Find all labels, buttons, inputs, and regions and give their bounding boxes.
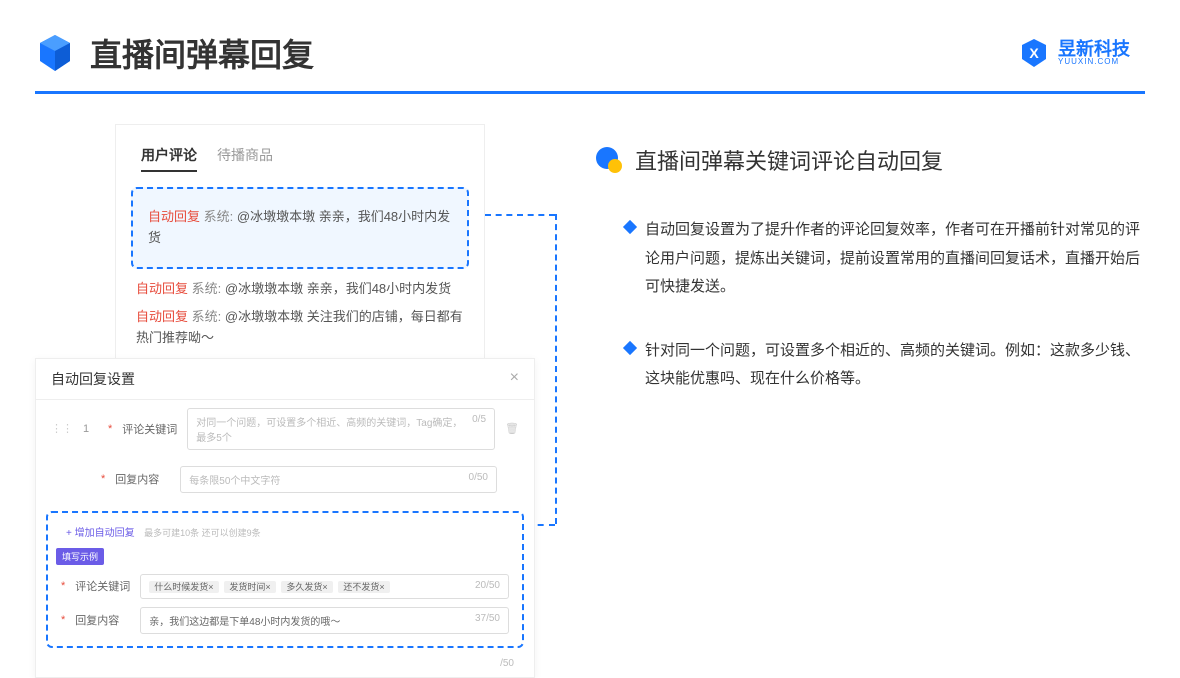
system-label: 系统:	[204, 209, 234, 224]
keyword-row: ⋮⋮ 1 * 评论关键词 对同一个问题，可设置多个相近、高频的关键词，Tag确定…	[36, 400, 534, 458]
required-mark: *	[108, 423, 112, 435]
bullet-text: 针对同一个问题，可设置多个相近的、高频的关键词。例如：这款多少钱、这块能优惠吗、…	[645, 337, 1145, 394]
header-divider	[35, 91, 1145, 94]
drag-handle-icon[interactable]: ⋮⋮	[51, 422, 73, 435]
highlighted-comment: 自动回复 系统: @冰墩墩本墩 亲亲，我们48小时内发货	[131, 187, 469, 269]
content-input[interactable]: 每条限50个中文字符 0/50	[180, 466, 497, 493]
comment-row: 自动回复 系统: @冰墩墩本墩 亲亲，我们48小时内发货	[136, 279, 464, 300]
tag-chip[interactable]: 还不发货×	[338, 581, 389, 593]
close-icon[interactable]: ×	[510, 369, 519, 389]
example-box: + 增加自动回复 最多可建10条 还可以创建9条 填写示例 * 评论关键词 什么…	[46, 511, 524, 648]
ex-content-label: 回复内容	[75, 612, 130, 628]
settings-card: 自动回复设置 × ⋮⋮ 1 * 评论关键词 对同一个问题，可设置多个相近、高频的…	[35, 358, 535, 678]
header: 直播间弹幕回复 X 昱新科技 YUUXIN.COM	[0, 0, 1180, 91]
ex-content-input[interactable]: 亲，我们这边都是下单48小时内发货的哦～ 37/50	[140, 607, 509, 634]
right-panel: 直播间弹幕关键词评论自动回复 自动回复设置为了提升作者的评论回复效率，作者可在开…	[595, 124, 1145, 678]
left-panel: 用户评论 待播商品 自动回复 系统: @冰墩墩本墩 亲亲，我们48小时内发货 自…	[35, 124, 555, 678]
keyword-input[interactable]: 对同一个问题，可设置多个相近、高频的关键词，Tag确定，最多5个 0/5	[187, 408, 495, 450]
add-auto-reply-link[interactable]: + 增加自动回复	[61, 523, 140, 544]
required-mark: *	[101, 473, 105, 485]
connector-line	[485, 214, 555, 216]
tag-chip[interactable]: 多久发货×	[281, 581, 332, 593]
keyword-label: 评论关键词	[122, 421, 177, 437]
bullet-item: 针对同一个问题，可设置多个相近的、高频的关键词。例如：这款多少钱、这块能优惠吗、…	[595, 337, 1145, 394]
logo-icon: X	[1018, 37, 1050, 69]
header-left: 直播间弹幕回复	[35, 30, 314, 76]
tag-chip[interactable]: 发货时间×	[224, 581, 275, 593]
cube-icon	[35, 33, 75, 73]
section-heading: 直播间弹幕关键词评论自动回复	[635, 144, 943, 176]
page-title: 直播间弹幕回复	[90, 30, 314, 76]
svg-text:X: X	[1029, 45, 1039, 61]
diamond-icon	[623, 340, 637, 354]
section-title: 直播间弹幕关键词评论自动回复	[595, 144, 1145, 176]
tag-container: 什么时候发货× 发货时间× 多久发货× 还不发货×	[149, 580, 392, 593]
diamond-icon	[623, 220, 637, 234]
outer-counter: /50	[36, 658, 534, 677]
bullet-text: 自动回复设置为了提升作者的评论回复效率，作者可在开播前针对常见的评论用户问题，提…	[645, 216, 1145, 302]
tab-pending-products[interactable]: 待播商品	[217, 145, 273, 172]
auto-reply-tag: 自动回复	[148, 209, 200, 224]
chat-bubble-icon	[595, 146, 623, 174]
content-row: * 回复内容 每条限50个中文字符 0/50	[36, 458, 534, 501]
trash-icon[interactable]: 🗑	[505, 422, 519, 435]
logo-url: YUUXIN.COM	[1058, 58, 1130, 66]
ex-keyword-input[interactable]: 什么时候发货× 发货时间× 多久发货× 还不发货× 20/50	[140, 574, 509, 599]
brand-logo: X 昱新科技 YUUXIN.COM	[1018, 37, 1130, 69]
add-hint: 最多可建10条 还可以创建9条	[144, 528, 261, 538]
tabs: 用户评论 待播商品	[131, 145, 469, 172]
settings-title: 自动回复设置	[51, 369, 135, 389]
logo-name: 昱新科技	[1058, 40, 1130, 58]
ex-keyword-label: 评论关键词	[75, 578, 130, 594]
comments-card: 用户评论 待播商品 自动回复 系统: @冰墩墩本墩 亲亲，我们48小时内发货 自…	[115, 124, 485, 378]
comment-row: 自动回复 系统: @冰墩墩本墩 关注我们的店铺，每日都有热门推荐呦～	[136, 307, 464, 349]
bullet-item: 自动回复设置为了提升作者的评论回复效率，作者可在开播前针对常见的评论用户问题，提…	[595, 216, 1145, 302]
content-label: 回复内容	[115, 471, 170, 487]
row-number: 1	[83, 423, 98, 435]
tag-chip[interactable]: 什么时候发货×	[149, 581, 218, 593]
connector-line	[555, 214, 557, 524]
tab-user-comments[interactable]: 用户评论	[141, 145, 197, 172]
example-badge: 填写示例	[56, 548, 104, 565]
